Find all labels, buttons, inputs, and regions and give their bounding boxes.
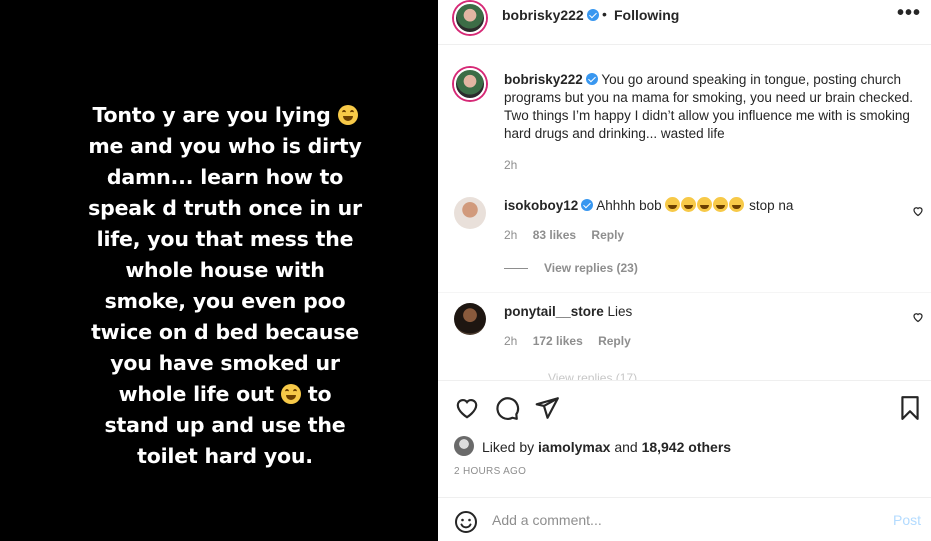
comment-divider <box>438 292 931 293</box>
caption-avatar[interactable] <box>454 68 486 100</box>
comment-text: isokoboy12 Ahhhh bob stop na <box>504 197 884 215</box>
caption-username[interactable]: bobrisky222 <box>504 72 583 87</box>
story-line: me and you who is dirty <box>88 134 362 158</box>
comment-likes[interactable]: 83 likes <box>533 228 576 242</box>
view-replies-button[interactable]: View replies (23) <box>544 261 638 275</box>
comment-time[interactable]: 2h <box>504 334 517 348</box>
story-line: whole house with <box>125 258 325 282</box>
comment-body: Ahhhh bob <box>596 198 662 213</box>
like-comment-heart-icon[interactable] <box>912 311 924 323</box>
comment-meta: 2h 172 likes Reply <box>504 334 643 348</box>
laughing-emoji-icon <box>729 197 745 212</box>
story-line: speak d truth once in ur <box>88 196 362 220</box>
commenter-avatar[interactable] <box>454 303 486 335</box>
story-line: twice on d bed because <box>91 320 359 344</box>
like-heart-icon[interactable] <box>454 395 480 421</box>
story-line: stand up and use the <box>104 413 346 437</box>
laughing-emoji-icon <box>697 197 713 212</box>
story-line: to <box>307 382 332 406</box>
author-avatar[interactable] <box>454 2 486 34</box>
post-timestamp[interactable]: 2 HOURS AGO <box>454 466 526 477</box>
laughing-emoji-icon <box>337 105 358 125</box>
emoji-smiley-icon[interactable] <box>454 510 478 534</box>
more-options-icon[interactable]: ••• <box>897 3 920 24</box>
liker-avatar[interactable] <box>454 436 474 456</box>
story-line: whole life out <box>118 382 275 406</box>
liked-by-prefix: Liked by <box>482 439 535 455</box>
comment-body: Lies <box>607 304 633 319</box>
commenter-avatar[interactable] <box>454 197 486 229</box>
save-bookmark-icon[interactable] <box>897 395 923 421</box>
verified-badge-icon <box>585 73 598 85</box>
caption-text: bobrisky222 You go around speaking in to… <box>504 71 924 143</box>
story-line: you have smoked ur <box>110 351 340 375</box>
liked-by-and: and <box>614 439 638 455</box>
comment-time[interactable]: 2h <box>504 228 517 242</box>
laughing-emoji-icon <box>713 197 729 212</box>
story-line: smoke, you even poo <box>104 289 346 313</box>
liker-username[interactable]: iamolymax <box>538 439 610 455</box>
liked-by-row: Liked by iamolymax and 18,942 others <box>454 436 914 458</box>
story-line: damn... learn how to <box>106 165 344 189</box>
header-separator: • <box>602 6 607 22</box>
share-paper-plane-icon[interactable] <box>534 395 560 421</box>
comment-text: ponytail__store Lies <box>504 303 884 321</box>
reply-button[interactable]: Reply <box>591 228 624 242</box>
comment-likes[interactable]: 172 likes <box>533 334 583 348</box>
laughing-emoji-icon <box>280 384 301 404</box>
verified-badge-icon <box>586 9 599 21</box>
comment-body: stop na <box>749 198 794 213</box>
like-comment-heart-icon[interactable] <box>912 205 924 217</box>
author-username-link[interactable]: bobrisky222 <box>502 7 599 23</box>
post-panel: bobrisky222 • Following ••• bobrisky222 … <box>438 0 931 541</box>
laughing-emoji-icon <box>665 197 681 212</box>
reply-button[interactable]: Reply <box>598 334 631 348</box>
laughing-emoji-icon <box>681 197 697 212</box>
add-comment-bar: Post <box>438 497 931 541</box>
liked-by-text: Liked by iamolymax and 18,942 others <box>482 439 731 455</box>
others-likes-link[interactable]: 18,942 others <box>642 439 732 455</box>
commenter-username[interactable]: ponytail__store <box>504 304 604 319</box>
comment-bubble-icon[interactable] <box>494 395 520 421</box>
verified-badge-icon <box>581 199 594 211</box>
story-line: toilet hard you. <box>137 444 313 468</box>
story-line: life, you that mess the <box>96 227 354 251</box>
action-bar <box>438 380 931 434</box>
following-button[interactable]: Following <box>614 7 679 23</box>
comment-input[interactable] <box>492 508 872 532</box>
post-header: bobrisky222 • Following ••• <box>438 0 931 36</box>
story-line: Tonto y are you lying <box>92 103 331 127</box>
author-username[interactable]: bobrisky222 <box>502 7 584 23</box>
comment-meta: 2h 83 likes Reply <box>504 228 636 242</box>
header-divider <box>438 44 931 45</box>
story-image: Tonto y are you lying me and you who is … <box>0 0 438 541</box>
story-text: Tonto y are you lying me and you who is … <box>40 100 410 472</box>
post-comment-button[interactable]: Post <box>893 512 921 528</box>
caption-time[interactable]: 2h <box>504 158 517 172</box>
commenter-username[interactable]: isokoboy12 <box>504 198 578 213</box>
